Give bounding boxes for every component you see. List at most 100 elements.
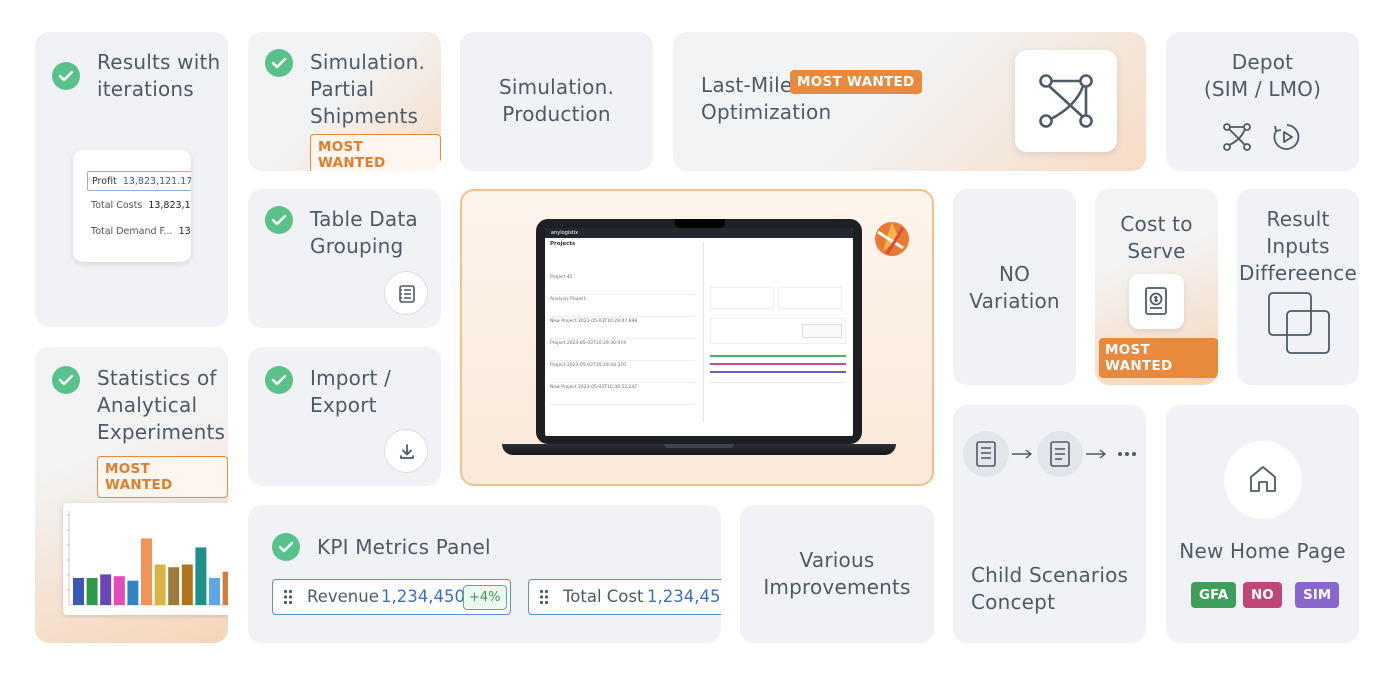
kpi-delta-badge: +4% — [463, 585, 507, 610]
child-scenario-flow — [963, 431, 1143, 477]
mini-row-total-demand: Total Demand F... 13,8 — [91, 226, 191, 237]
most-wanted-badge: MOST WANTED — [1099, 338, 1218, 378]
card-title: Depot (SIM / LMO) — [1203, 50, 1322, 101]
card-simulation-production[interactable]: Simulation. Production — [460, 32, 653, 171]
card-child-scenarios[interactable]: Child Scenarios Concept — [953, 405, 1146, 643]
card-new-home-page[interactable]: New Home Page GFA NO SIM — [1166, 405, 1359, 643]
kpi-label: Revenue — [307, 587, 379, 606]
card-title: Child Scenarios Concept — [971, 563, 1129, 614]
check-icon — [265, 366, 293, 394]
document-icon — [1050, 441, 1070, 467]
chart-bar — [168, 567, 180, 605]
card-title: Simulation. Production — [498, 75, 615, 126]
card-title: Results with iterations — [97, 50, 221, 101]
card-various-improvements[interactable]: Various Improvements — [740, 505, 934, 643]
projects-list: Project 45 Analysis Project New Project … — [550, 273, 695, 405]
chart-bar — [141, 538, 152, 605]
card-table-data-grouping[interactable]: Table Data Grouping — [248, 189, 441, 328]
project-row: New Project 2023-05-03T10:30:52.247 — [550, 383, 695, 405]
tag-no: NO — [1243, 582, 1282, 608]
app-topbar: anylogistix — [545, 228, 853, 238]
play-circle-icon — [1273, 124, 1300, 150]
check-icon — [52, 366, 80, 394]
card-cost-to-serve[interactable]: Cost to Serve MOST WANTED — [1095, 189, 1218, 385]
network-icon — [1039, 74, 1093, 128]
mini-results-panel: Profit 13,823,121.170 Total Costs 13,823… — [73, 150, 191, 262]
chart-bar — [86, 578, 98, 605]
kpi-value: 1,234,450 — [381, 587, 465, 606]
download-button[interactable] — [384, 429, 428, 473]
scenario-node — [963, 431, 1009, 477]
card-title: Simulation. Partial Shipments — [310, 50, 426, 128]
kpi-value: 1,234,4567 — [647, 587, 721, 606]
card-title: Result Inputs Differeence — [1239, 207, 1357, 285]
kpi-label: Total Cost — [563, 587, 644, 606]
tag-gfa: GFA — [1191, 582, 1237, 608]
card-title: NO Variation — [969, 262, 1060, 313]
drag-handle-icon[interactable] — [283, 589, 293, 605]
project-row: Project 2023-05-03T10:29:43.370 — [550, 361, 695, 383]
more-dots-icon — [1118, 452, 1136, 456]
card-last-mile-optimization[interactable]: Last-Mile Optimization MOST WANTED — [673, 32, 1146, 171]
card-depot[interactable]: Depot (SIM / LMO) — [1166, 32, 1359, 171]
card-kpi-metrics-panel[interactable]: KPI Metrics Panel Revenue 1,234,450 +4% … — [248, 505, 721, 643]
list-group-icon — [399, 285, 415, 303]
project-row: New Project 2023-05-03T10:29:07.698 — [550, 317, 695, 339]
card-result-inputs-difference[interactable]: Result Inputs Differeence — [1237, 189, 1359, 385]
home-icon-circle — [1224, 441, 1302, 519]
mini-row-profit: Profit 13,823,121.170 — [87, 171, 191, 191]
most-wanted-badge: MOST WANTED — [97, 456, 228, 498]
card-title: New Home Page — [1179, 539, 1346, 563]
check-icon — [265, 49, 293, 77]
card-laptop-hero: anylogistix Projects Project 45 Analysis… — [460, 189, 934, 486]
scenario-node — [1037, 431, 1083, 477]
drag-handle-icon[interactable] — [539, 589, 549, 605]
check-icon — [265, 206, 293, 234]
tag-sim: SIM — [1295, 582, 1340, 608]
card-no-variation[interactable]: NO Variation — [953, 189, 1076, 385]
chart-bar — [195, 547, 207, 605]
project-row: Project 45 — [550, 273, 695, 295]
laptop-screen: anylogistix Projects Project 45 Analysis… — [536, 219, 862, 444]
home-icon — [1250, 466, 1276, 492]
chart-bar — [100, 574, 112, 605]
grouping-button[interactable] — [384, 271, 428, 315]
bar-chart-svg — [67, 511, 228, 606]
app-window: anylogistix Projects Project 45 Analysis… — [545, 228, 853, 436]
card-title: Cost to Serve — [1120, 212, 1193, 263]
card-statistics-analytical-experiments[interactable]: Statistics of Analytical Experiments MOST … — [35, 347, 228, 643]
chart-bar — [209, 578, 220, 605]
card-title: Various Improvements — [763, 548, 911, 599]
arrow-right-icon — [1086, 449, 1107, 459]
card-title: Table Data Grouping — [310, 207, 418, 258]
check-icon — [52, 62, 80, 90]
arrow-right-icon — [1012, 449, 1033, 459]
card-title: Import / Export — [310, 366, 392, 417]
card-import-export[interactable]: Import / Export — [248, 347, 441, 486]
card-results-with-iterations[interactable]: Results with iterations Profit 13,823,121… — [35, 32, 228, 327]
money-icon-tile — [1129, 274, 1184, 329]
network-icon-tile — [1015, 50, 1117, 152]
projects-heading: Projects — [550, 241, 576, 247]
card-title: Statistics of Analytical Experiments — [97, 366, 226, 444]
money-icon — [1145, 287, 1167, 315]
chart-bar — [222, 571, 228, 605]
kpi-chip-total-cost[interactable]: Total Cost 1,234,4567 — [528, 579, 721, 615]
kpi-chip-revenue[interactable]: Revenue 1,234,450 +4% — [272, 579, 511, 615]
scenario-list-icon — [976, 441, 996, 467]
chart-bar — [73, 578, 84, 605]
most-wanted-badge: MOST WANTED — [310, 134, 441, 171]
chart-bar — [127, 580, 139, 605]
project-row: Analysis Project — [550, 295, 695, 317]
laptop: anylogistix Projects Project 45 Analysis… — [502, 219, 896, 459]
right-panel — [703, 242, 851, 422]
chart-bar — [113, 576, 125, 605]
network-icon — [1223, 123, 1251, 151]
compare-icon — [1268, 292, 1330, 354]
download-icon — [400, 444, 414, 459]
mini-bar-chart — [63, 503, 228, 615]
mini-row-total-costs: Total Costs 13,823,12 — [91, 200, 191, 211]
card-title: KPI Metrics Panel — [317, 535, 491, 559]
chart-bar — [154, 564, 166, 605]
card-simulation-partial-shipments[interactable]: Simulation. Partial Shipments MOST WANTED — [248, 32, 441, 171]
